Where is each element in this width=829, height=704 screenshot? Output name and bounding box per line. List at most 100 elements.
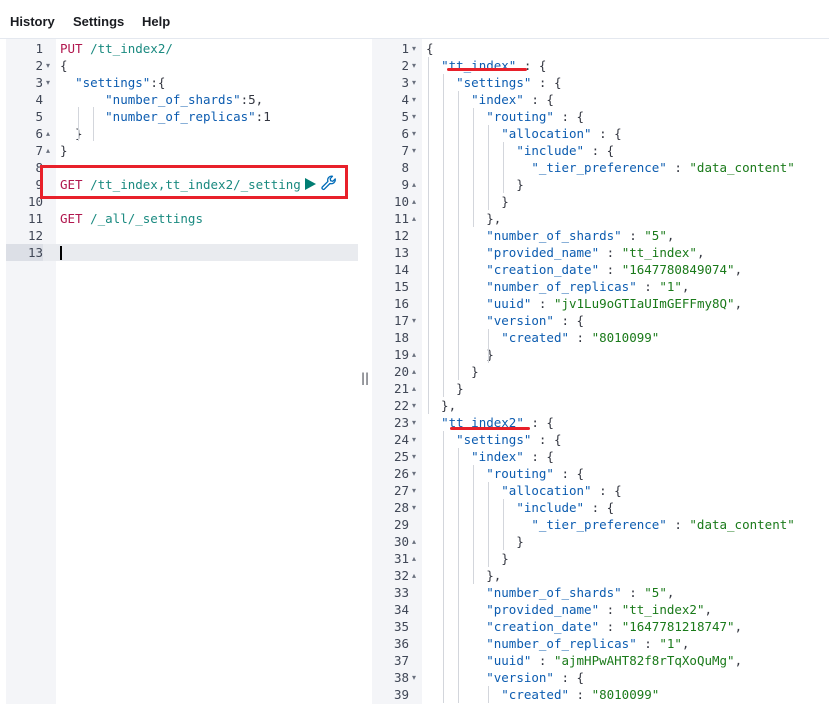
code-token: "uuid"	[486, 653, 532, 668]
code-line: 17 ▾ "version" : {	[372, 312, 829, 329]
fold-toggle-icon[interactable]: ▾	[412, 74, 416, 91]
fold-toggle-icon[interactable]: ▾	[46, 74, 50, 91]
line-number: 30	[393, 534, 409, 549]
line-number: 10	[27, 194, 43, 209]
code-text: }	[426, 380, 464, 397]
code-text: "_tier_preference" : "data_content"	[426, 159, 794, 176]
code-line: 35 "creation_date" : "1647781218747",	[372, 618, 829, 635]
top-menu-bar: History Settings Help	[0, 0, 829, 38]
drag-handle-icon[interactable]: ||	[361, 371, 369, 385]
fold-toggle-icon[interactable]: ▾	[412, 108, 416, 125]
code-token: "tt_index"	[621, 245, 697, 260]
code-token: "1647780849074"	[621, 262, 735, 277]
line-number: 21	[393, 381, 409, 396]
unfold-toggle-icon[interactable]: ▴	[412, 567, 416, 584]
code-token: ,	[734, 296, 743, 311]
code-text: "created" : "8010099"	[426, 686, 659, 703]
code-token: PUT	[60, 41, 83, 56]
unfold-toggle-icon[interactable]: ▴	[412, 363, 416, 380]
line-number: 32	[393, 568, 409, 583]
code-line: 1 PUT /tt_index2/	[6, 40, 358, 57]
code-text: }	[60, 125, 83, 142]
fold-toggle-icon[interactable]: ▾	[412, 312, 416, 329]
code-token: :	[599, 602, 622, 617]
indent-guide	[488, 482, 489, 567]
code-line: 26 ▾ "routing" : {	[372, 465, 829, 482]
code-line: 3 ▾ "settings":{	[6, 74, 358, 91]
code-token: "allocation"	[501, 126, 592, 141]
fold-toggle-icon[interactable]: ▾	[412, 125, 416, 142]
code-line: 21 ▴ }	[372, 380, 829, 397]
code-line: 25 ▾ "index" : {	[372, 448, 829, 465]
indent-guide	[443, 431, 444, 703]
code-token: "5"	[644, 585, 667, 600]
request-editor[interactable]: 1 PUT /tt_index2/2 ▾{3 ▾ "settings":{4 "num…	[6, 39, 358, 704]
code-token: /tt_index2/	[82, 41, 173, 56]
fold-toggle-icon[interactable]: ▾	[412, 397, 416, 414]
menu-settings[interactable]: Settings	[73, 14, 124, 29]
line-number: 13	[6, 244, 43, 261]
code-token: :	[636, 279, 660, 294]
code-token: }	[426, 194, 509, 209]
fold-toggle-icon[interactable]: ▾	[412, 91, 416, 108]
code-line: 5 "number_of_replicas":1	[6, 108, 358, 125]
indent-guide	[443, 74, 444, 397]
unfold-toggle-icon[interactable]: ▴	[412, 380, 416, 397]
line-number: 6	[35, 126, 43, 141]
fold-toggle-icon[interactable]: ▾	[412, 40, 416, 57]
code-line: 4 ▾ "index" : {	[372, 91, 829, 108]
code-text: "creation_date" : "1647780849074",	[426, 261, 742, 278]
code-token: : {	[553, 670, 585, 685]
unfold-toggle-icon[interactable]: ▴	[412, 193, 416, 210]
code-token: "tt_index2"	[621, 602, 705, 617]
code-token: "settings"	[456, 432, 532, 447]
line-number: 33	[393, 585, 409, 600]
code-line: 7 ▴}	[6, 142, 358, 159]
line-number: 4	[401, 92, 409, 107]
wrench-icon[interactable]	[320, 174, 338, 192]
fold-toggle-icon[interactable]: ▾	[412, 669, 416, 686]
fold-toggle-icon[interactable]: ▾	[412, 448, 416, 465]
indent-guide	[93, 107, 94, 141]
code-token: },	[426, 211, 502, 226]
menu-help[interactable]: Help	[142, 14, 170, 29]
line-number: 6	[401, 126, 409, 141]
unfold-toggle-icon[interactable]: ▴	[412, 176, 416, 193]
code-token: :	[569, 330, 592, 345]
fold-toggle-icon[interactable]: ▾	[412, 142, 416, 159]
unfold-toggle-icon[interactable]: ▴	[412, 550, 416, 567]
fold-toggle-icon[interactable]: ▾	[412, 57, 416, 74]
fold-toggle-icon[interactable]: ▾	[412, 414, 416, 431]
unfold-toggle-icon[interactable]: ▴	[412, 533, 416, 550]
code-line: 10 ▴ }	[372, 193, 829, 210]
code-token: "number_of_shards"	[486, 585, 622, 600]
fold-toggle-icon[interactable]: ▾	[412, 499, 416, 516]
fold-toggle-icon[interactable]: ▾	[46, 57, 50, 74]
code-token: "number_of_replicas"	[105, 109, 256, 124]
menu-history[interactable]: History	[10, 14, 55, 29]
code-token: "routing"	[486, 109, 554, 124]
code-token: "5"	[644, 228, 667, 243]
fold-toggle-icon[interactable]: ▾	[412, 482, 416, 499]
unfold-toggle-icon[interactable]: ▴	[412, 346, 416, 363]
code-token: {	[426, 41, 434, 56]
code-token: /_all/_settings	[82, 211, 203, 226]
unfold-toggle-icon[interactable]: ▴	[412, 210, 416, 227]
line-number: 12	[393, 228, 409, 243]
fold-toggle-icon[interactable]: ▾	[412, 431, 416, 448]
play-icon[interactable]	[303, 177, 317, 191]
fold-toggle-icon[interactable]: ▾	[412, 465, 416, 482]
unfold-toggle-icon[interactable]: ▴	[46, 125, 50, 142]
code-token: :{	[150, 75, 166, 90]
code-token: : {	[553, 466, 585, 481]
code-line: 37 "uuid" : "ajmHPwAHT82f8rTqXoQuMg",	[372, 652, 829, 669]
unfold-toggle-icon[interactable]: ▴	[46, 142, 50, 159]
code-line: 14 "creation_date" : "1647780849074",	[372, 261, 829, 278]
